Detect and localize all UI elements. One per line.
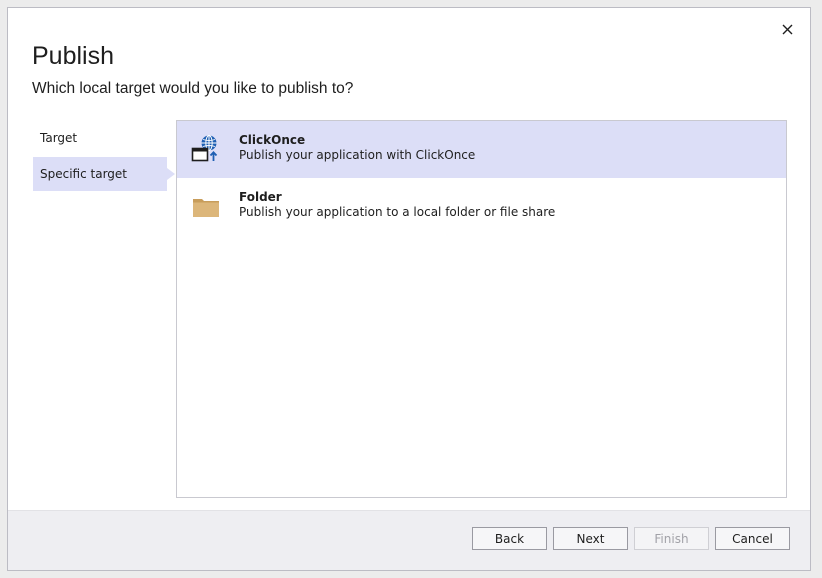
target-list: ClickOnce Publish your application with … — [176, 120, 787, 498]
dialog-footer: Back Next Finish Cancel — [8, 510, 810, 570]
dialog-title: Publish — [32, 42, 114, 70]
cancel-button[interactable]: Cancel — [715, 527, 790, 550]
target-item-text: ClickOnce Publish your application with … — [239, 133, 475, 163]
close-icon — [782, 24, 792, 34]
target-description: Publish your application with ClickOnce — [239, 148, 476, 162]
publish-dialog: Publish Which local target would you lik… — [7, 7, 811, 571]
next-button[interactable]: Next — [553, 527, 628, 550]
nav-item-specific-target[interactable]: Specific target — [33, 157, 175, 191]
target-item-text: Folder Publish your application to a loc… — [239, 190, 555, 220]
wizard-steps-nav: Target Specific target — [33, 121, 177, 191]
back-button[interactable]: Back — [472, 527, 547, 550]
nav-item-label: Specific target — [40, 167, 128, 181]
target-name: ClickOnce — [239, 133, 306, 147]
nav-item-target[interactable]: Target — [33, 121, 167, 155]
target-description: Publish your application to a local fold… — [239, 205, 556, 219]
target-item-clickonce[interactable]: ClickOnce Publish your application with … — [177, 121, 786, 178]
folder-icon — [193, 199, 219, 217]
clickonce-icon — [191, 135, 218, 162]
target-item-folder[interactable]: Folder Publish your application to a loc… — [177, 178, 786, 235]
close-button[interactable] — [776, 18, 798, 40]
nav-item-label: Target — [40, 131, 78, 145]
target-name: Folder — [239, 190, 282, 204]
dialog-subtitle: Which local target would you like to pub… — [32, 80, 354, 97]
finish-button[interactable]: Finish — [634, 527, 709, 550]
